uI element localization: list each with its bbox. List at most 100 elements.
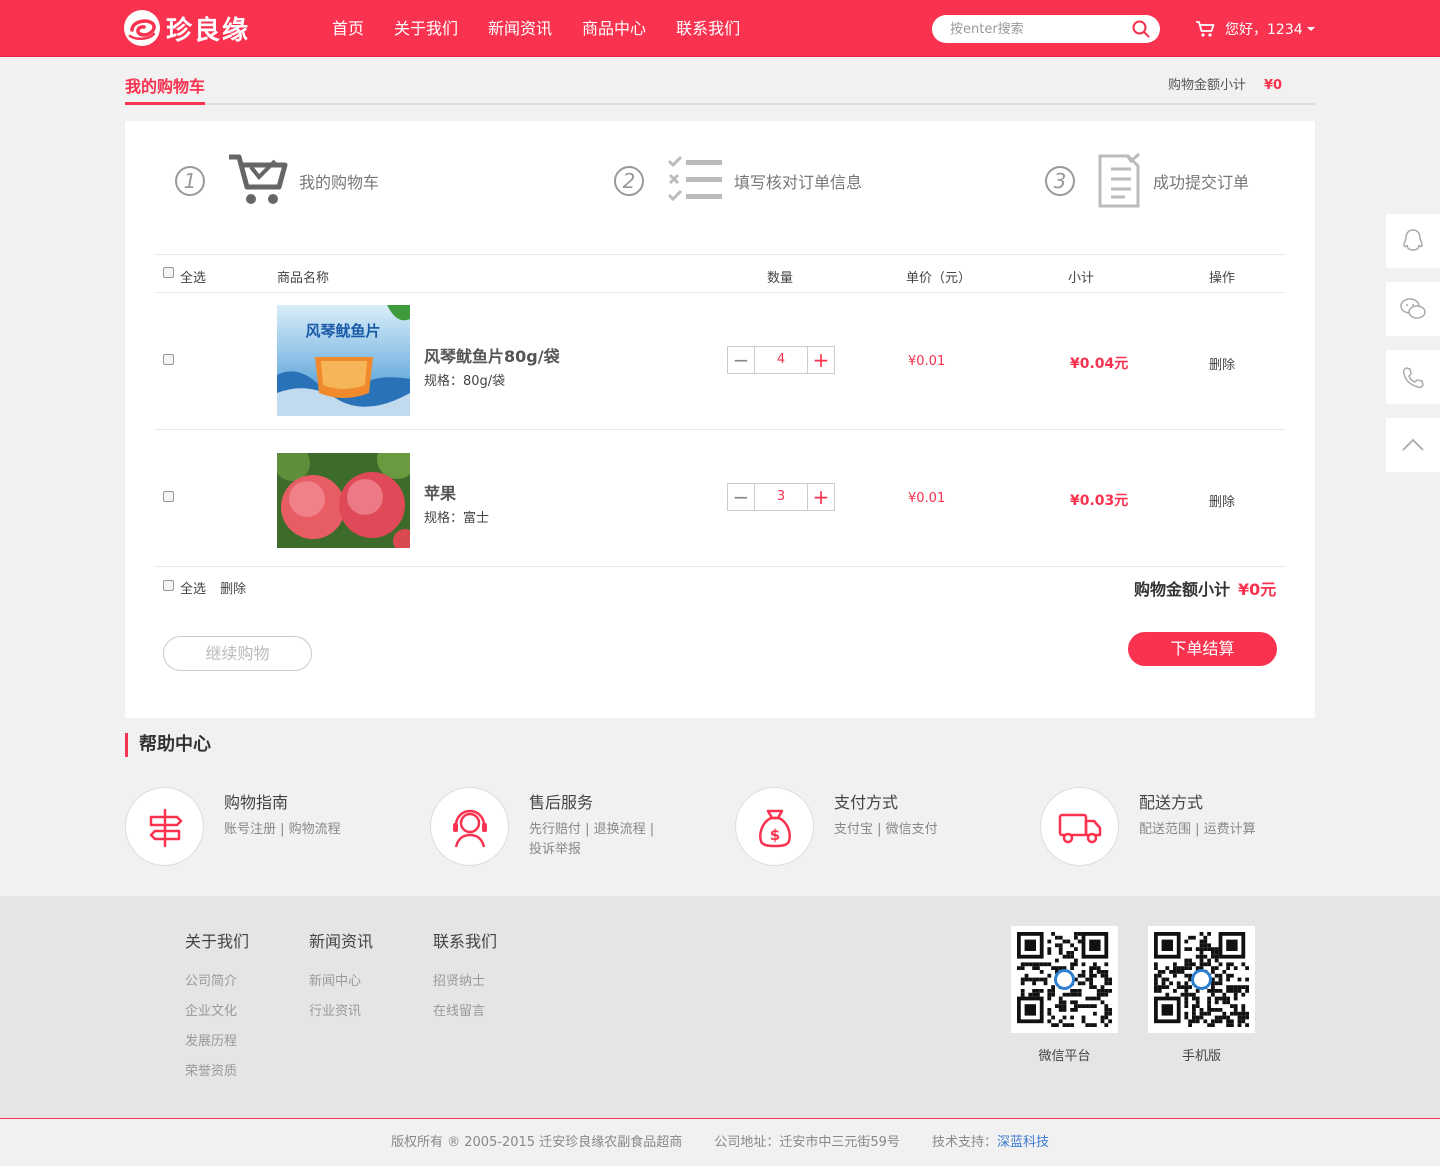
footer-col-title: 联系我们 [433, 932, 498, 951]
qr-label: 微信平台 [1038, 1049, 1091, 1064]
logo-text: 珍良缘 [166, 15, 251, 46]
help-item-title[interactable]: 售后服务 [529, 789, 593, 813]
nav-home[interactable]: 首页 [332, 18, 364, 40]
product-spec: 规格：富士 [424, 511, 490, 526]
address-text: 公司地址：迁安市中三元街59号 [714, 1135, 900, 1150]
step-number: 3 [1045, 166, 1075, 196]
footer-link[interactable]: 新闻中心 [309, 974, 373, 990]
help-item-links[interactable]: 支付宝 | 微信支付 [834, 820, 974, 840]
footer-link[interactable]: 招贤纳士 [433, 974, 497, 990]
cart-icon[interactable] [1195, 20, 1215, 38]
page-title: 我的购物车 [125, 77, 206, 96]
document-icon [1098, 153, 1140, 208]
phone-icon [1402, 367, 1424, 389]
subtotal-summary: 购物金额小计 ¥0 [1168, 74, 1282, 93]
chevron-up-icon [1402, 438, 1424, 451]
footer-col-about: 关于我们 公司简介 企业文化 发展历程 荣誉资质 [185, 928, 249, 1094]
help-item-title[interactable]: 购物指南 [224, 789, 288, 813]
help-item-links[interactable]: 账号注册 | 购物流程 [224, 820, 364, 840]
footer-col-news: 新闻资讯 新闻中心 行业资讯 [309, 928, 373, 1034]
footer-col-title: 关于我们 [185, 932, 250, 951]
help-item-links[interactable]: 配送范围 | 运费计算 [1139, 820, 1279, 840]
product-image[interactable] [277, 453, 410, 548]
footer-col-title: 新闻资讯 [309, 932, 374, 951]
step-submit: 3 成功提交订单 [1045, 151, 1249, 211]
tech-support-link[interactable]: 深蓝科技 [997, 1135, 1049, 1150]
back-to-top-button[interactable] [1386, 418, 1440, 472]
step-label: 填写核对订单信息 [734, 173, 863, 192]
checkout-button[interactable]: 下单结算 [1128, 632, 1277, 666]
search-icon[interactable] [1132, 20, 1150, 38]
row-checkbox[interactable] [163, 354, 174, 365]
help-item-title[interactable]: 配送方式 [1139, 789, 1203, 813]
cart-step-icon [229, 154, 288, 204]
product-name[interactable]: 风琴鱿鱼片80g/袋 [424, 343, 560, 367]
help-item-title[interactable]: 支付方式 [834, 789, 898, 813]
delete-link[interactable]: 删除 [1209, 491, 1235, 510]
step-label: 我的购物车 [299, 173, 380, 192]
search-input[interactable] [950, 20, 1120, 38]
batch-delete-link[interactable]: 删除 [220, 582, 246, 597]
logo-icon [124, 10, 160, 46]
qr-label: 手机版 [1181, 1049, 1221, 1064]
quantity-stepper: − 4 + [727, 346, 835, 374]
step-number: 2 [614, 166, 644, 196]
logo[interactable]: 珍良缘 [124, 10, 250, 46]
continue-shopping-button[interactable]: 继续购物 [163, 636, 312, 671]
table-footer-actions: 全选 删除 [163, 578, 246, 597]
row-checkbox[interactable] [163, 491, 174, 502]
checklist-icon [667, 155, 722, 202]
table-row: 苹果 规格：富士 − 3 + ¥0.01 ¥0.03元 删除 [155, 430, 1285, 567]
table-row: 风琴鱿鱼片 风琴鱿鱼片80g/袋 规格：80g/袋 − 4 + ¥0.01 ¥0… [155, 293, 1285, 430]
cart-table-header: 全选 商品名称 数量 单价（元） 小计 操作 [155, 254, 1285, 293]
product-name[interactable]: 苹果 [424, 480, 456, 504]
qty-increase-button[interactable]: + [807, 347, 834, 373]
footer-link[interactable]: 行业资讯 [309, 1004, 373, 1020]
footer-link[interactable]: 企业文化 [185, 1004, 249, 1020]
subtotal-label: 购物金额小计 [1168, 78, 1247, 93]
money-bag-icon: $ [735, 787, 814, 866]
phone-button[interactable] [1386, 350, 1440, 404]
user-menu[interactable]: 您好，1234 [1195, 19, 1315, 39]
footer-link[interactable]: 荣誉资质 [185, 1064, 249, 1080]
truck-icon [1040, 787, 1119, 866]
nav-products[interactable]: 商品中心 [582, 18, 646, 40]
headset-icon [430, 787, 509, 866]
unit-price: ¥0.01 [908, 491, 946, 506]
row-subtotal: ¥0.03元 [1070, 493, 1129, 509]
quantity-stepper: − 3 + [727, 483, 835, 511]
qty-increase-button[interactable]: + [807, 484, 834, 510]
qty-decrease-button[interactable]: − [728, 484, 755, 510]
main-nav: 首页 关于我们 新闻资讯 商品中心 联系我们 [332, 18, 770, 40]
col-subtotal: 小计 [1068, 271, 1095, 286]
select-all-label: 全选 [180, 271, 207, 286]
tech-support: 技术支持：深蓝科技 [932, 1135, 1049, 1150]
tech-label: 技术支持： [932, 1135, 998, 1150]
qq-button[interactable] [1386, 214, 1440, 268]
nav-news[interactable]: 新闻资讯 [488, 18, 552, 40]
search-box [932, 15, 1160, 43]
nav-about[interactable]: 关于我们 [394, 18, 458, 40]
unit-price: ¥0.01 [908, 354, 946, 369]
select-all-checkbox[interactable] [163, 267, 174, 278]
copyright-bar: 版权所有 ® 2005-2015 迁安珍良缘农副食品超商 公司地址：迁安市中三元… [0, 1119, 1440, 1166]
nav-contact[interactable]: 联系我们 [676, 18, 740, 40]
qty-value[interactable]: 4 [755, 347, 807, 373]
footer-link[interactable]: 公司简介 [185, 974, 249, 990]
footer-link[interactable]: 在线留言 [433, 1004, 497, 1020]
delete-link[interactable]: 删除 [1209, 354, 1235, 373]
row-subtotal: ¥0.04元 [1070, 356, 1129, 372]
qty-decrease-button[interactable]: − [728, 347, 755, 373]
step-label: 成功提交订单 [1153, 173, 1250, 192]
qty-value[interactable]: 3 [755, 484, 807, 510]
qq-icon [1403, 229, 1423, 251]
col-qty: 数量 [767, 271, 794, 286]
select-all-checkbox[interactable] [163, 580, 174, 591]
step-cart: 1 我的购物车 [175, 151, 379, 211]
wechat-button[interactable] [1386, 282, 1440, 336]
user-greeting: 您好，1234 [1225, 22, 1303, 38]
product-image[interactable]: 风琴鱿鱼片 [277, 305, 410, 416]
col-op: 操作 [1209, 271, 1236, 286]
help-item-links[interactable]: 先行赔付 | 退换流程 | 投诉举报 [529, 820, 669, 860]
footer-link[interactable]: 发展历程 [185, 1034, 249, 1050]
